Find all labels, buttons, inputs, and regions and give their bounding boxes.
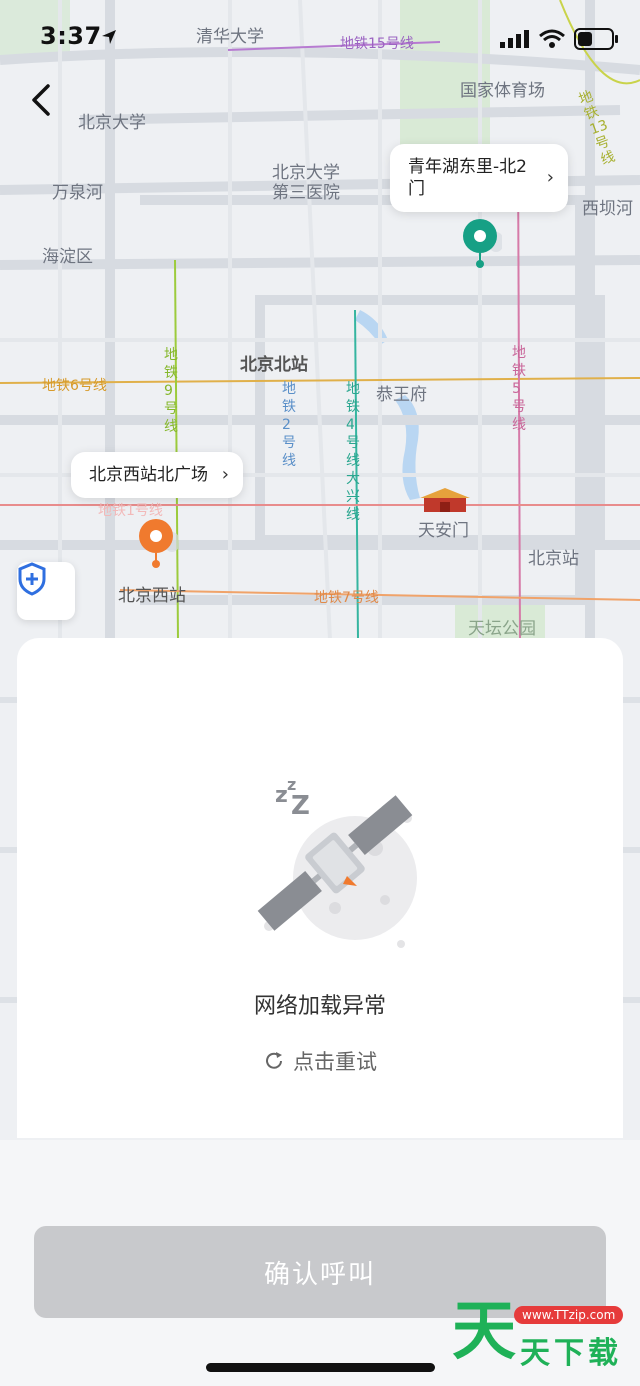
home-indicator[interactable] — [206, 1363, 435, 1372]
chevron-left-icon — [32, 84, 50, 116]
watermark-url: www.TTzip.com — [514, 1306, 624, 1324]
map-label-wanquanhe: 万泉河 — [52, 183, 103, 203]
map-label-line4: 地铁4号线大兴线 — [346, 381, 360, 523]
map-label-line6: 地铁6号线 — [42, 378, 107, 394]
map-label-line7: 地铁7号线 — [314, 590, 379, 606]
map-label-line9: 地铁9号线 — [164, 347, 178, 435]
order-panel: z z Z 网络加载异常 点击重试 — [17, 638, 623, 1138]
network-error-title: 网络加载异常 — [253, 994, 386, 1019]
safety-shield-button[interactable] — [17, 562, 75, 620]
retry-button[interactable]: 点击重试 — [17, 1046, 623, 1076]
map-label-gongwangfu: 恭王府 — [376, 385, 427, 405]
map-label-beijingzhan: 北京站 — [528, 549, 579, 569]
wifi-icon — [539, 29, 565, 48]
map-label-beijingxi: 北京西站 — [118, 586, 186, 606]
status-time: 3:37 — [40, 22, 102, 50]
map-label-beijingbei: 北京北站 — [240, 355, 308, 375]
tiananmen-icon — [420, 488, 470, 512]
satellite-sleeping-icon: z z Z — [257, 775, 417, 948]
map-label-pku3b: 第三医院 — [272, 183, 340, 203]
battery-icon — [574, 28, 618, 50]
svg-text:Z: Z — [291, 791, 310, 821]
back-button[interactable] — [22, 80, 62, 120]
destination-label: 青年湖东里-北2门 — [408, 157, 527, 199]
map-label-pku: 北京大学 — [78, 113, 146, 133]
retry-label: 点击重试 — [293, 1050, 377, 1074]
destination-pin-icon — [463, 219, 502, 268]
map-label-tiananmen: 天安门 — [418, 521, 469, 541]
refresh-icon — [266, 1052, 282, 1069]
signal-icon — [500, 30, 529, 48]
location-arrow-icon — [102, 30, 116, 44]
map-label-line2: 地铁2号线 — [282, 381, 296, 469]
status-bar: 3:37 — [0, 0, 640, 70]
map-label-guojiatiyuchang: 国家体育场 — [460, 81, 545, 101]
pickup-pin-icon — [139, 519, 178, 568]
pickup-label: 北京西站北广场 — [89, 465, 208, 485]
watermark-logo: 天 www.TTzip.com 天下载 — [452, 1295, 630, 1371]
svg-text:z: z — [275, 783, 288, 808]
map-label-tiantan: 天坛公园 — [468, 619, 536, 639]
map-label-line5: 地铁5号线 — [512, 345, 526, 433]
chevron-right-icon: › — [221, 464, 229, 485]
shield-icon — [18, 562, 46, 596]
watermark-big-char: 天 — [452, 1295, 516, 1369]
destination-callout[interactable]: 青年湖东里-北2门 › — [390, 144, 568, 212]
map-label-haidian: 海淀区 — [42, 247, 93, 267]
pickup-callout[interactable]: 北京西站北广场 › — [71, 452, 243, 498]
chevron-right-icon: › — [546, 167, 554, 188]
watermark-text: 天下载 — [520, 1336, 622, 1371]
map-label-xibahe: 西坝河 — [582, 199, 633, 219]
